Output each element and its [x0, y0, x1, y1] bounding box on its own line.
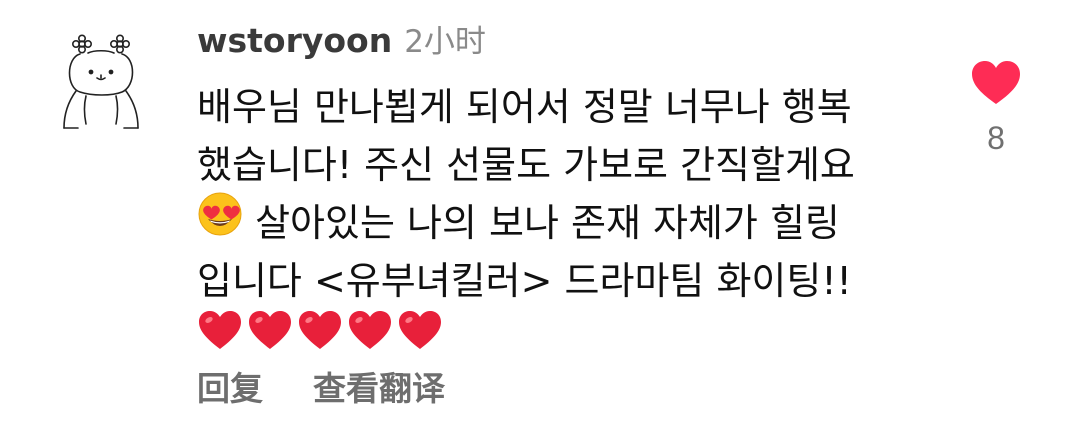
reply-button[interactable]: 回复: [197, 362, 263, 410]
comment-header: wstoryoon 2小时: [197, 16, 486, 62]
red-heart-emoji-icon: [347, 309, 393, 367]
red-heart-emoji-icon: [397, 309, 443, 367]
comment-line-3: 살아있는 나의 보나 존재 자체가 힐링: [197, 191, 937, 253]
avatar[interactable]: [58, 34, 150, 130]
red-heart-emoji-icon: [247, 309, 293, 367]
comment-body: 배우님 만나뵙게 되어서 정말 너무나 행복 했습니다! 주신 선물도 가보로 …: [197, 78, 937, 368]
comment-line-2: 했습니다! 주신 선물도 가보로 간직할게요: [197, 143, 855, 187]
comment-actions: 回复 查看翻译: [197, 362, 445, 410]
comment-line-1: 배우님 만나뵙게 되어서 정말 너무나 행복: [197, 85, 852, 129]
translate-button[interactable]: 查看翻译: [313, 362, 445, 410]
comment-line-3-text: 살아있는 나의 보나 존재 자체가 힐링: [243, 201, 840, 245]
like-count: 8: [987, 120, 1005, 156]
username[interactable]: wstoryoon: [197, 21, 392, 60]
like-button[interactable]: 8: [968, 60, 1024, 157]
comment-line-5: [197, 310, 937, 368]
red-heart-emoji-icon: [297, 309, 343, 367]
comment-line-4: 입니다 <유부녀킬러> 드라마팀 화이팅!!: [197, 259, 852, 303]
bear-avatar-icon: [63, 34, 139, 129]
timestamp: 2小时: [404, 24, 486, 60]
heart-icon: [972, 61, 1020, 104]
comment-item: wstoryoon 2小时 배우님 만나뵙게 되어서 정말 너무나 행복 했습니…: [0, 0, 1080, 438]
red-heart-emoji-icon: [197, 309, 243, 367]
heart-eyes-emoji-icon: [197, 191, 243, 253]
